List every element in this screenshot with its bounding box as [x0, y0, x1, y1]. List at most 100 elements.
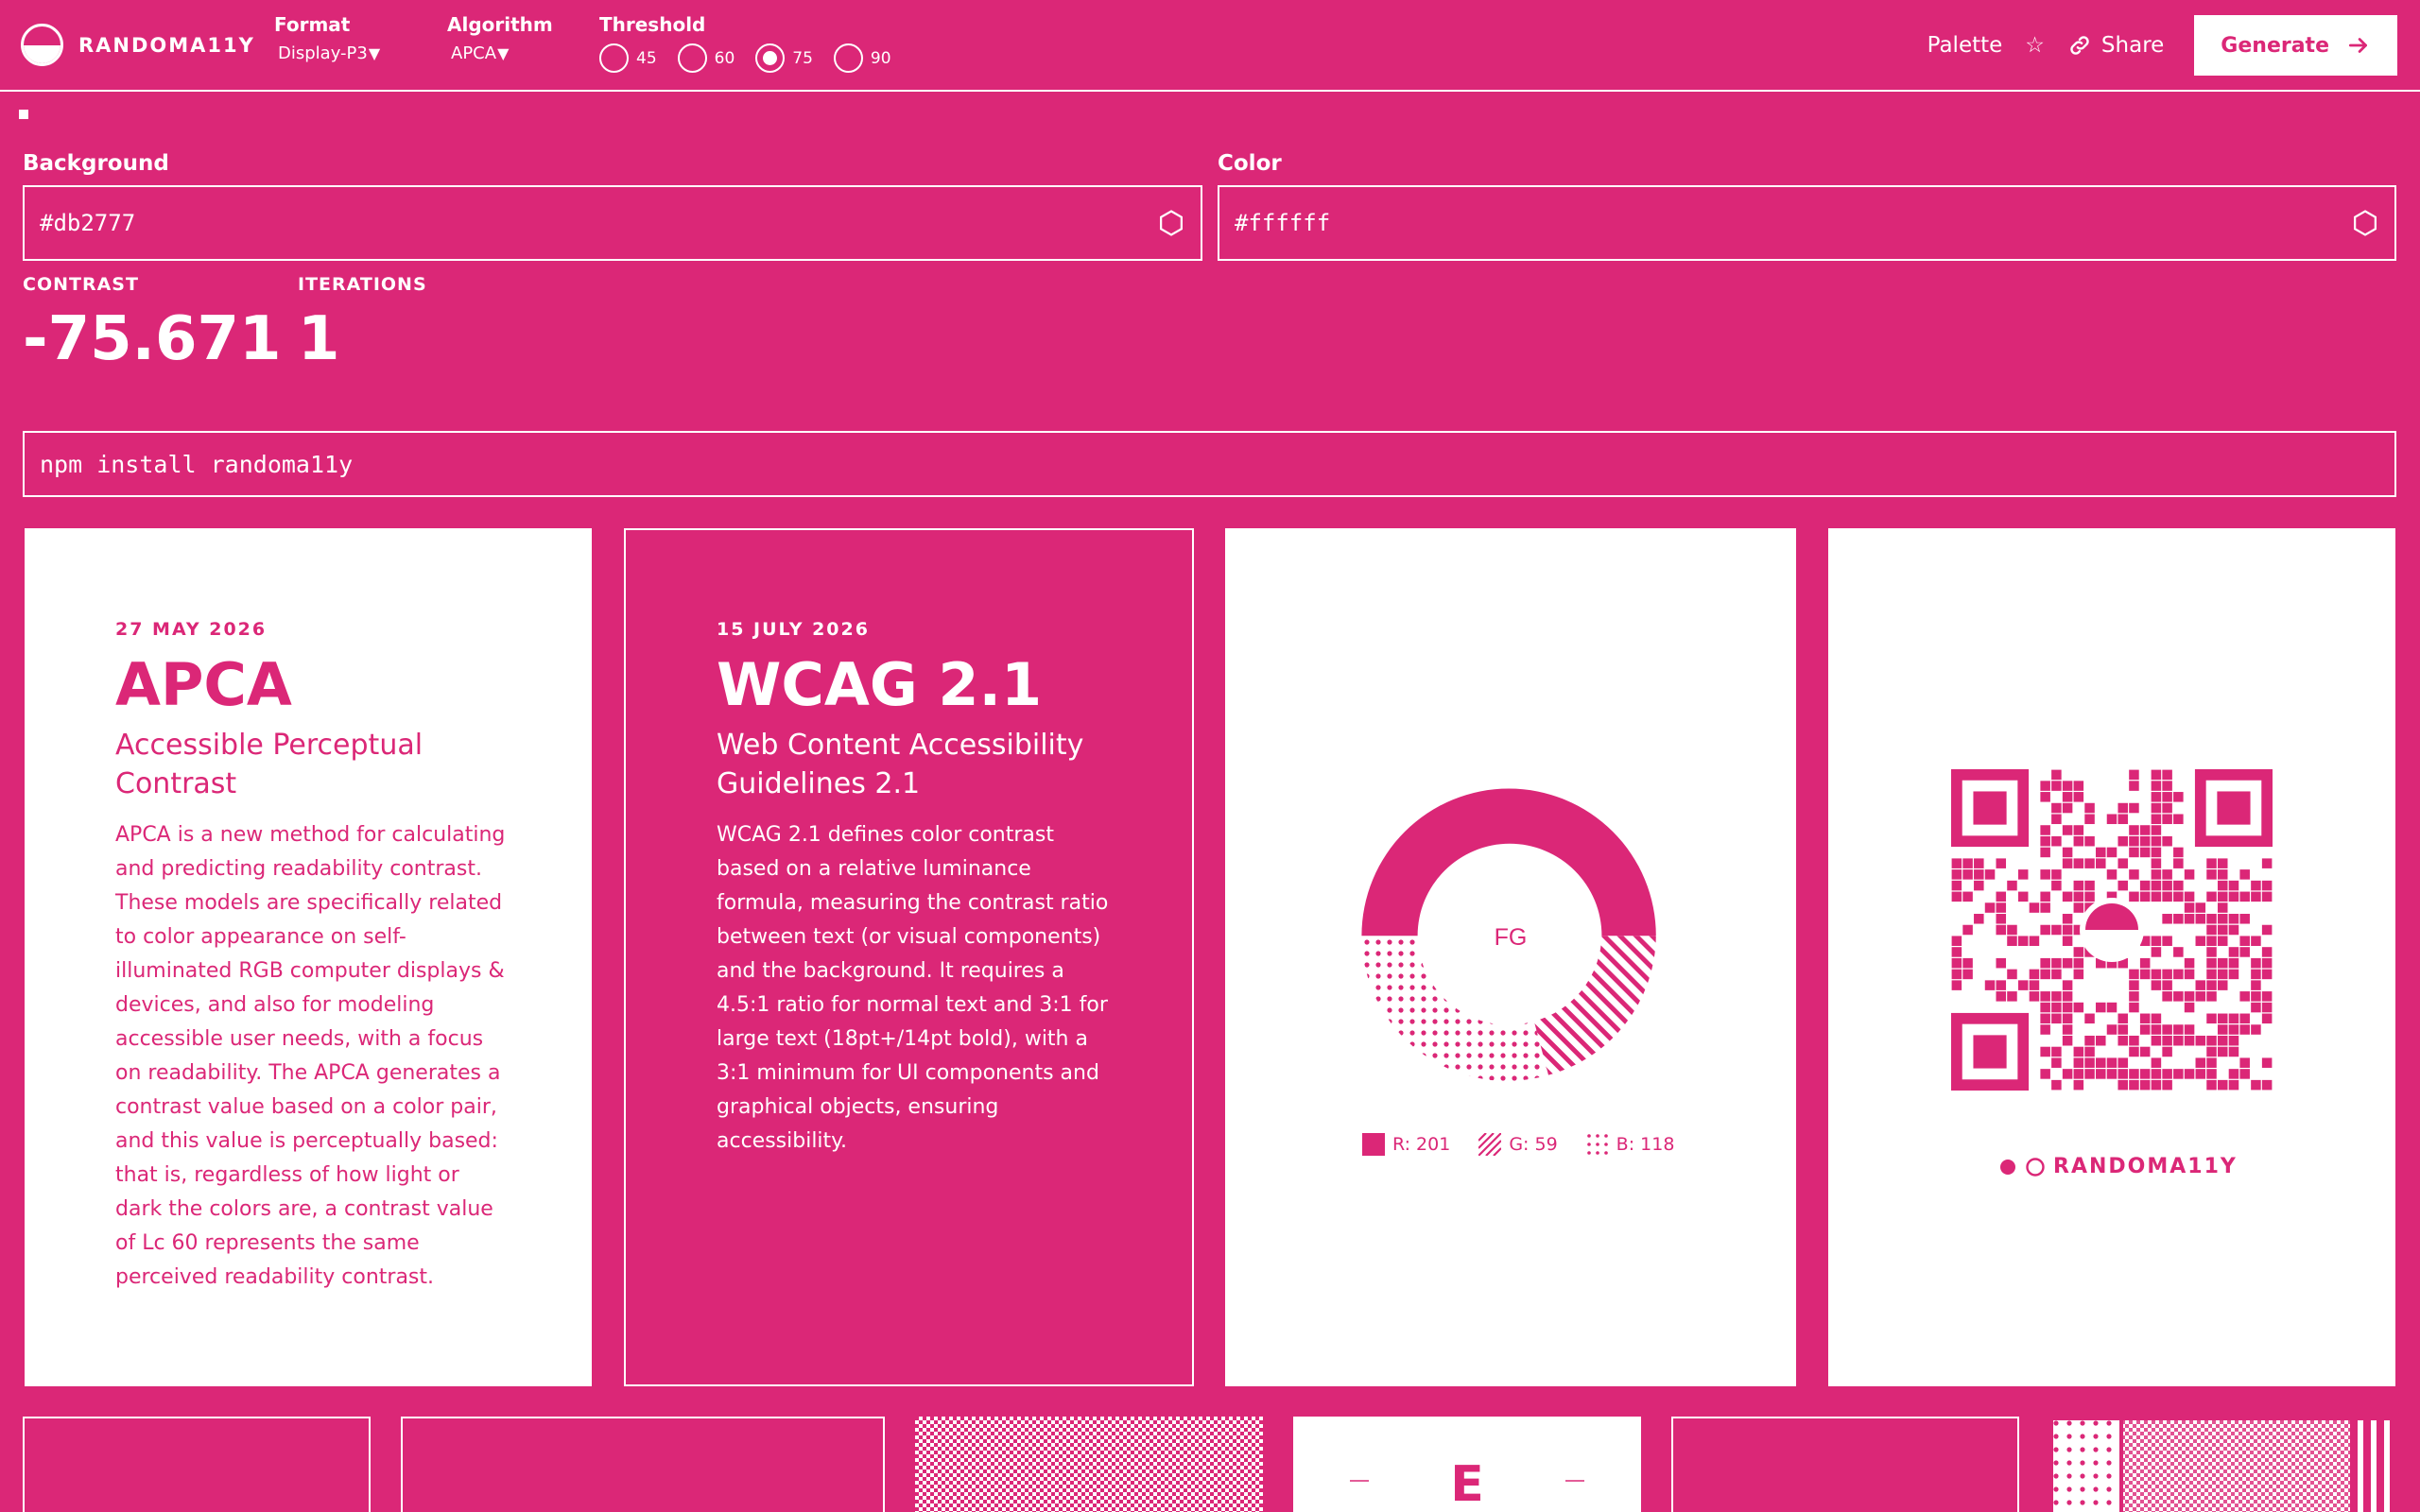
threshold-radio-45[interactable]: 45 [599, 43, 657, 73]
qr-module [1951, 957, 1962, 969]
qr-module [2217, 957, 2228, 969]
star-icon[interactable]: ☆ [2025, 33, 2045, 58]
qr-module [2062, 914, 2073, 924]
qr-module [2040, 902, 2050, 913]
qr-module [2206, 991, 2217, 1002]
format-select[interactable]: Display-P3▼ [274, 43, 380, 63]
qr-module [2251, 891, 2261, 902]
qr-module [2129, 847, 2139, 858]
qr-module [2206, 1013, 2217, 1024]
share-link[interactable]: Share [2067, 33, 2164, 58]
qr-module [2228, 1024, 2239, 1035]
qr-module [2184, 1002, 2195, 1013]
qr-module [2151, 802, 2162, 814]
qr-module [2261, 1057, 2273, 1068]
logo[interactable]: RANDOMA11Y [21, 24, 255, 66]
qr-module [2062, 936, 2073, 946]
qr-module [2261, 1013, 2273, 1024]
qr-module [2118, 858, 2128, 868]
logo-mark-icon [21, 24, 63, 66]
qr-module [2118, 1013, 2128, 1024]
qr-module [2228, 1069, 2239, 1079]
qr-module [2129, 1079, 2139, 1091]
qr-module [2096, 1069, 2106, 1079]
hexagon-icon[interactable] [2351, 209, 2379, 237]
format-control: Format Display-P3▼ [274, 13, 380, 63]
hexagon-icon[interactable] [1157, 209, 1185, 237]
qr-module [2073, 792, 2084, 802]
qr-module [2239, 936, 2250, 946]
palette-link[interactable]: Palette [1927, 33, 2003, 58]
qr-module [2173, 891, 2184, 902]
color-field[interactable]: #ffffff [1218, 185, 2396, 261]
qr-module [2106, 1069, 2118, 1079]
qr-module [2217, 1079, 2228, 1091]
qr-module [2162, 1024, 2172, 1035]
donut-center-label: FG [1495, 924, 1528, 951]
algorithm-control: Algorithm APCA▼ [447, 13, 553, 63]
qr-module [2129, 980, 2139, 990]
qr-module [2118, 1057, 2128, 1068]
qr-module [2239, 869, 2250, 880]
qr-module [2162, 936, 2172, 946]
qr-module [2151, 936, 2162, 946]
qr-module [2084, 1046, 2095, 1057]
qr-module [2040, 792, 2050, 802]
threshold-radio-75[interactable]: 75 [755, 43, 813, 73]
qr-module [2162, 835, 2172, 847]
qr-module [2173, 858, 2184, 868]
qr-module [2184, 957, 2195, 969]
background-field[interactable]: #db2777 [23, 185, 1202, 261]
qr-module [2251, 880, 2261, 891]
qr-module [1996, 914, 2007, 924]
arrow-right-icon [2348, 38, 2367, 53]
qr-module [2040, 969, 2050, 980]
qr-module [2151, 1024, 2162, 1035]
qr-module [2073, 781, 2084, 791]
qr-module [2139, 847, 2151, 858]
donut-segment-b [1361, 936, 1548, 1081]
qr-module [2151, 814, 2162, 825]
algorithm-select[interactable]: APCA▼ [447, 43, 553, 63]
qr-module [2129, 869, 2139, 880]
qr-module [2062, 792, 2073, 802]
threshold-radio-90[interactable]: 90 [833, 43, 891, 73]
qr-module [2184, 1024, 2195, 1035]
qr-module [2151, 869, 2162, 880]
generate-button[interactable]: Generate [2194, 15, 2397, 76]
qr-module [2073, 1046, 2084, 1057]
qr-module [2228, 1035, 2239, 1046]
qr-module [2184, 891, 2195, 902]
qr-module [2084, 1069, 2095, 1079]
qr-module [2040, 1024, 2050, 1035]
qr-module [2206, 969, 2217, 980]
qr-module [2139, 880, 2151, 891]
qr-module [1984, 902, 1996, 913]
qr-module [2139, 1079, 2151, 1091]
qr-module [2239, 1057, 2250, 1068]
qr-module [2239, 991, 2250, 1002]
threshold-radio-60[interactable]: 60 [677, 43, 735, 73]
qr-module [2261, 957, 2273, 969]
preview-card-pattern [915, 1417, 1263, 1512]
qr-module [2129, 1035, 2139, 1046]
qr-module [2206, 1046, 2217, 1057]
solid-swatch-icon [1362, 1133, 1385, 1156]
qr-module [2029, 969, 2040, 980]
qr-module [2062, 924, 2073, 936]
dots-stripes-pattern [2049, 1417, 2396, 1512]
qr-module [2173, 1069, 2184, 1079]
iterations-stat: ITERATIONS 1 [298, 274, 427, 374]
qr-module [2151, 1013, 2162, 1024]
qr-module [2217, 1035, 2228, 1046]
qr-module [2040, 1013, 2050, 1024]
qr-module [2062, 1069, 2073, 1079]
preview-letter: E [1450, 1456, 1484, 1512]
qr-module [2217, 891, 2228, 902]
qr-module [2106, 869, 2118, 880]
qr-module [2151, 1069, 2162, 1079]
qr-module [2051, 814, 2062, 825]
install-command[interactable]: npm install randoma11y [23, 431, 2396, 497]
qr-module [2162, 980, 2172, 990]
qr-module [2217, 1013, 2228, 1024]
